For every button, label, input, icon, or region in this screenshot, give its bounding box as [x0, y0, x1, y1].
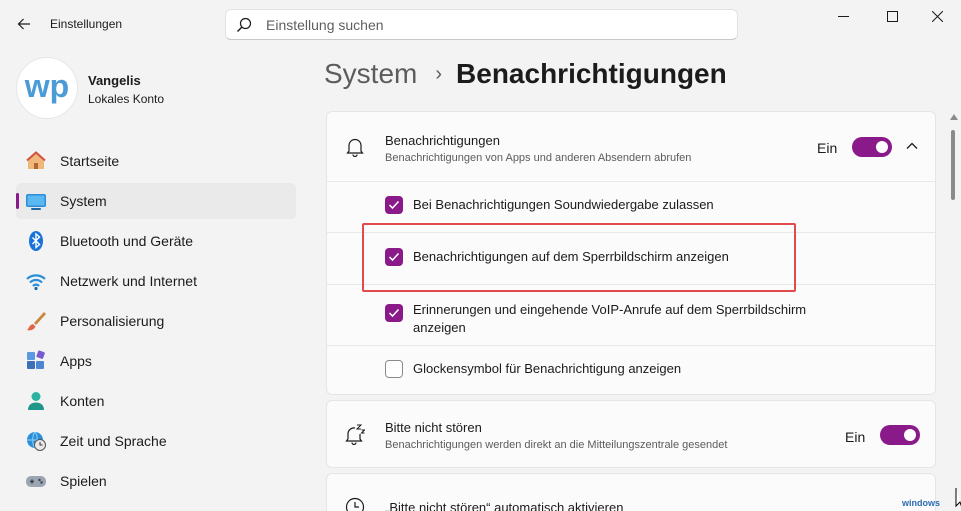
search-box[interactable] [225, 9, 738, 40]
auto-dnd-title: „Bitte nicht stören“ automatisch aktivie… [385, 500, 624, 511]
brush-icon [25, 310, 47, 332]
wifi-icon [25, 270, 47, 292]
bell-zz-icon [345, 424, 365, 445]
checkbox-unchecked[interactable] [385, 360, 403, 378]
watermark: windows [902, 498, 940, 508]
sidebar-item-apps[interactable]: Apps [16, 343, 296, 379]
search-input[interactable] [266, 16, 706, 33]
checkmark-icon [388, 200, 400, 210]
clock-icon [345, 497, 365, 511]
dnd-subtitle: Benachrichtigungen werden direkt an die … [385, 439, 728, 451]
search-icon [237, 17, 252, 32]
toggle-knob [876, 141, 888, 153]
apps-icon [25, 350, 47, 372]
close-button[interactable] [914, 0, 960, 32]
person-icon [25, 390, 47, 412]
home-icon [25, 150, 47, 172]
checkbox-checked[interactable] [385, 304, 403, 322]
notifications-title: Benachrichtigungen [385, 133, 500, 148]
notifications-subtitle: Benachrichtigungen von Apps und anderen … [385, 152, 692, 164]
divider [327, 345, 935, 346]
notifications-toggle[interactable] [852, 137, 892, 157]
sidebar-item-label: System [60, 193, 107, 209]
bell-icon [346, 138, 364, 157]
app-title: Einstellungen [50, 17, 123, 31]
profile-account-type: Lokales Konto [88, 92, 165, 106]
toggle-knob [904, 429, 916, 441]
breadcrumb-parent[interactable]: System [324, 58, 417, 90]
sidebar-item-label: Startseite [60, 153, 120, 169]
sidebar-item-personalization[interactable]: Personalisierung [16, 303, 296, 339]
breadcrumb-separator: › [435, 62, 443, 85]
auto-dnd-card[interactable]: „Bitte nicht stören“ automatisch aktivie… [326, 473, 936, 511]
dnd-title: Bitte nicht stören [385, 420, 482, 435]
minimize-button[interactable] [820, 0, 866, 32]
sidebar-item-label: Spielen [60, 473, 107, 489]
notifications-toggle-label: Ein [817, 140, 838, 156]
back-arrow-icon [17, 18, 30, 30]
minimize-icon [837, 15, 849, 17]
monitor-icon [25, 190, 47, 212]
wp-logo: wp [24, 70, 69, 104]
sidebar-item-label: Apps [60, 353, 92, 369]
option-sound[interactable]: Bei Benachrichtigungen Soundwiedergabe z… [385, 196, 714, 214]
sidebar-item-label: Netzwerk und Internet [60, 273, 197, 289]
maximize-button[interactable] [869, 0, 915, 32]
highlight-box [362, 223, 796, 292]
option-label: Glockensymbol für Benachrichtigung anzei… [413, 361, 682, 376]
sidebar-item-network[interactable]: Netzwerk und Internet [16, 263, 296, 299]
sidebar-item-time-language[interactable]: Zeit und Sprache [16, 423, 296, 459]
mouse-cursor-icon [955, 488, 961, 508]
sidebar-item-bluetooth[interactable]: Bluetooth und Geräte [16, 223, 296, 259]
sidebar-item-accounts[interactable]: Konten [16, 383, 296, 419]
dnd-toggle[interactable] [880, 425, 920, 445]
close-icon [931, 10, 943, 22]
breadcrumb: System › Benachrichtigungen [324, 58, 727, 90]
checkmark-icon [388, 308, 400, 318]
title-bar: Einstellungen [0, 0, 961, 48]
scrollbar-thumb[interactable] [951, 130, 955, 200]
option-label: Bei Benachrichtigungen Soundwiedergabe z… [413, 197, 714, 212]
profile-name: Vangelis [88, 73, 141, 88]
avatar[interactable]: wp [17, 58, 77, 118]
sidebar-item-system[interactable]: System [16, 183, 296, 219]
bluetooth-icon [25, 230, 47, 252]
page-title: Benachrichtigungen [456, 58, 727, 89]
dnd-toggle-label: Ein [845, 429, 866, 445]
chevron-up-icon[interactable] [905, 141, 919, 151]
gamepad-icon [25, 470, 47, 492]
dnd-card: Bitte nicht stören Benachrichtigungen we… [326, 400, 936, 468]
globe-clock-icon [25, 430, 47, 452]
active-indicator [16, 193, 19, 209]
scroll-up-arrow-icon[interactable] [950, 114, 958, 120]
checkbox-checked[interactable] [385, 196, 403, 214]
sidebar-item-label: Konten [60, 393, 105, 409]
sidebar-item-gaming[interactable]: Spielen [16, 463, 296, 499]
option-label: Erinnerungen und eingehende VoIP-Anrufe … [413, 302, 807, 335]
sidebar-item-label: Personalisierung [60, 313, 165, 329]
option-bell[interactable]: Glockensymbol für Benachrichtigung anzei… [385, 360, 681, 378]
svg-text:wp: wp [24, 70, 69, 104]
option-voip[interactable]: Erinnerungen und eingehende VoIP-Anrufe … [385, 301, 855, 337]
back-button[interactable] [12, 12, 36, 36]
maximize-icon [886, 10, 898, 22]
sidebar-item-label: Zeit und Sprache [60, 433, 167, 449]
sidebar-item-startseite[interactable]: Startseite [16, 143, 296, 179]
sidebar-item-label: Bluetooth und Geräte [60, 233, 194, 249]
divider [327, 181, 935, 182]
